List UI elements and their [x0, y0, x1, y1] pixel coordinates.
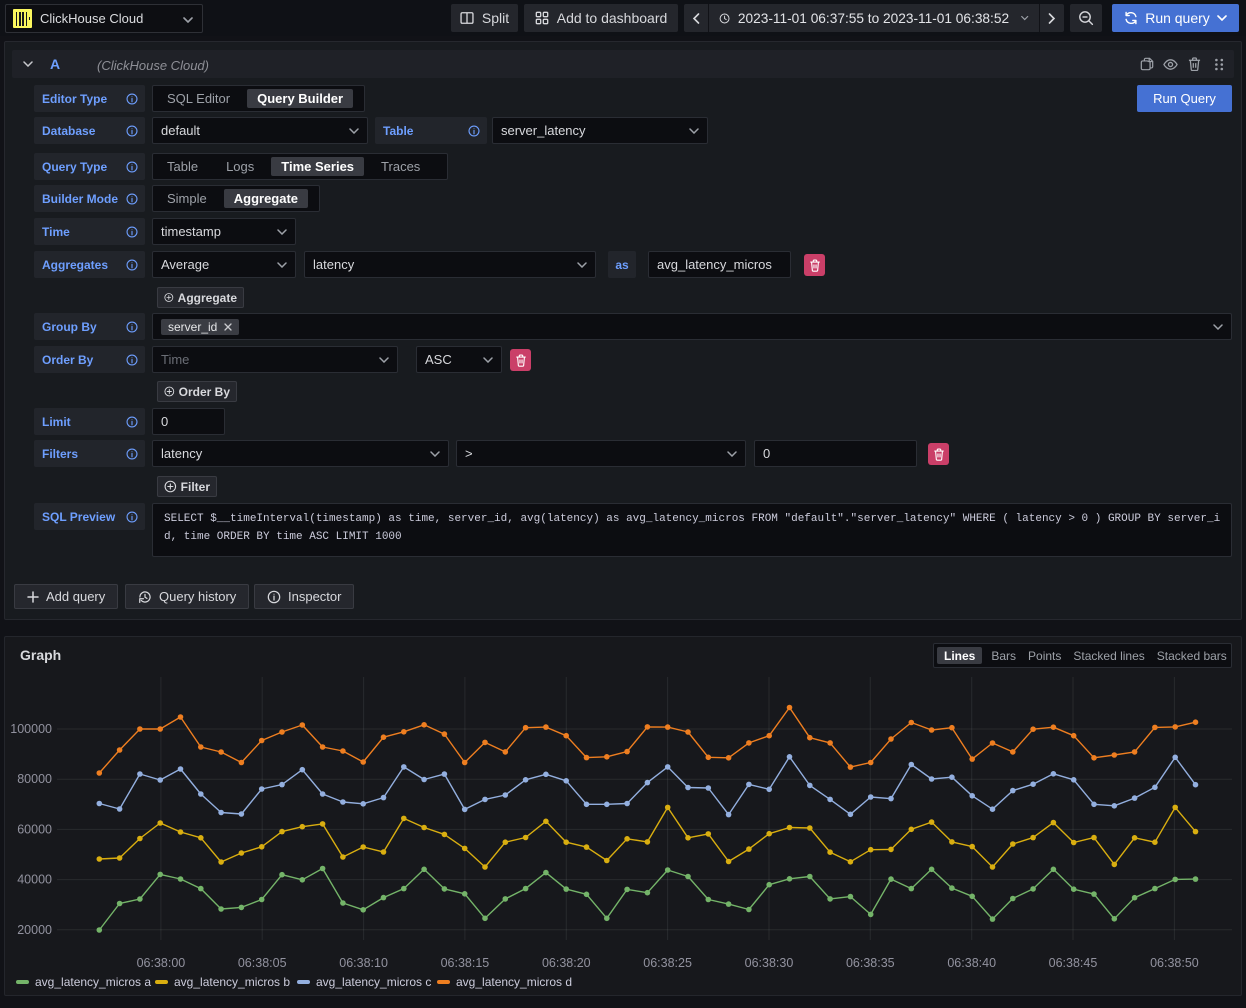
svg-text:60000: 60000: [17, 822, 52, 836]
svg-text:06:38:05: 06:38:05: [238, 956, 287, 970]
svg-text:06:38:20: 06:38:20: [542, 956, 591, 970]
svg-text:06:38:30: 06:38:30: [745, 956, 794, 970]
svg-text:06:38:35: 06:38:35: [846, 956, 895, 970]
svg-text:06:38:40: 06:38:40: [947, 956, 996, 970]
svg-text:06:38:10: 06:38:10: [339, 956, 388, 970]
svg-text:06:38:50: 06:38:50: [1150, 956, 1199, 970]
svg-text:80000: 80000: [17, 772, 52, 786]
svg-text:06:38:25: 06:38:25: [643, 956, 692, 970]
svg-text:06:38:15: 06:38:15: [441, 956, 490, 970]
svg-text:06:38:00: 06:38:00: [137, 956, 186, 970]
svg-text:100000: 100000: [10, 722, 52, 736]
svg-text:06:38:45: 06:38:45: [1049, 956, 1098, 970]
svg-text:20000: 20000: [17, 923, 52, 937]
svg-text:40000: 40000: [17, 873, 52, 887]
